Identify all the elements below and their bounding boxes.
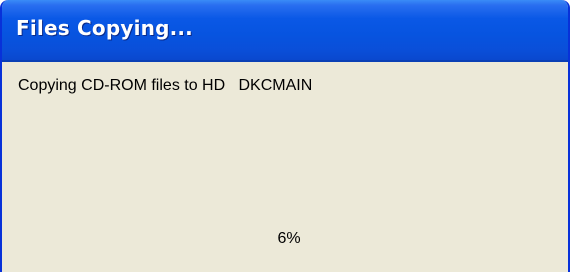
dialog-client-area: Copying CD-ROM files to HD DKCMAIN 6%: [2, 62, 568, 272]
files-copying-dialog: Files Copying... Copying CD-ROM files to…: [0, 0, 570, 272]
copy-status-message: Copying CD-ROM files to HD DKCMAIN: [18, 77, 313, 94]
dialog-title: Files Copying...: [16, 16, 193, 40]
progress-percentage: 6%: [277, 230, 301, 247]
title-bar[interactable]: Files Copying...: [2, 0, 568, 62]
